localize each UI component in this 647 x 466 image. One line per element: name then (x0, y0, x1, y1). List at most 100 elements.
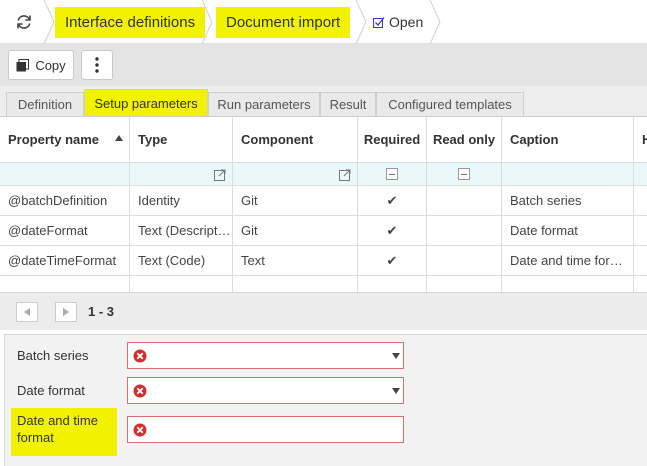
open-lookup-icon[interactable] (214, 169, 226, 181)
breadcrumb-separator-icon (201, 0, 213, 44)
open-button[interactable]: Open (373, 0, 423, 44)
edit-check-icon (373, 17, 385, 28)
column-header-read-only[interactable]: Read only (427, 117, 502, 162)
cell-property: @dateTimeFormat (0, 246, 130, 275)
error-icon (133, 349, 147, 363)
cell-required-check-icon: ✔ (358, 186, 427, 215)
date-format-dropdown[interactable] (127, 377, 404, 404)
indeterminate-checkbox-icon[interactable] (386, 168, 398, 180)
breadcrumb-label: Interface definitions (55, 6, 206, 38)
empty-cell (0, 276, 130, 292)
open-lookup-icon[interactable] (339, 169, 351, 181)
copy-label: Copy (35, 57, 66, 73)
cell-h (634, 186, 647, 215)
breadcrumb-separator-icon (429, 0, 441, 44)
copy-icon (16, 58, 30, 71)
empty-cell (233, 276, 358, 292)
grid-filter-row (0, 162, 647, 186)
column-header-label: Read only (432, 132, 496, 147)
table-row[interactable]: @dateFormat Text (Descript… Git ✔ Date f… (0, 216, 647, 246)
sort-ascending-icon (115, 135, 123, 141)
chevron-down-icon[interactable] (389, 378, 403, 403)
column-header-h[interactable]: H (634, 117, 647, 162)
refresh-icon[interactable] (11, 10, 37, 34)
empty-cell (427, 276, 502, 292)
breadcrumb: Interface definitions Document import Op… (0, 0, 647, 44)
cell-h (634, 216, 647, 245)
next-page-button[interactable] (55, 302, 77, 322)
cell-type: Text (Code) (130, 246, 233, 275)
vertical-ellipsis-icon (95, 57, 99, 73)
cell-type: Identity (130, 186, 233, 215)
tab-definition[interactable]: Definition (6, 92, 84, 116)
tab-result[interactable]: Result (320, 92, 376, 116)
toolbar: Copy (0, 44, 647, 86)
grid-empty-area (0, 276, 647, 292)
table-row[interactable]: @batchDefinition Identity Git ✔ Batch se… (0, 186, 647, 216)
breadcrumb-label: Document import (216, 6, 351, 38)
cell-type: Text (Descript… (130, 216, 233, 245)
field-label-batch-series: Batch series (17, 348, 89, 363)
breadcrumb-separator-icon (43, 0, 55, 44)
column-header-label: Component (241, 132, 314, 147)
column-header-property-name[interactable]: Property name (0, 117, 130, 162)
date-and-time-format-input[interactable] (127, 416, 404, 443)
empty-cell (502, 276, 634, 292)
cell-read-only (427, 246, 502, 275)
column-header-label: Property name (8, 132, 100, 147)
column-header-component[interactable]: Component (233, 117, 358, 162)
breadcrumb-separator-icon (355, 0, 367, 44)
empty-cell (358, 276, 427, 292)
more-options-button[interactable] (81, 50, 113, 80)
open-label: Open (389, 14, 424, 30)
tab-label: Result (329, 97, 367, 112)
filter-h[interactable] (634, 163, 647, 185)
cell-h (634, 246, 647, 275)
cell-caption: Date and time for… (502, 246, 634, 275)
cell-caption: Date format (502, 216, 634, 245)
tab-bar: Definition Setup parameters Run paramete… (0, 86, 647, 116)
filter-caption[interactable] (502, 163, 634, 185)
tab-configured-templates[interactable]: Configured templates (376, 92, 524, 116)
triangle-right-icon (63, 308, 69, 316)
breadcrumb-item-document-import[interactable]: Document import (216, 0, 351, 44)
column-header-caption[interactable]: Caption (502, 117, 634, 162)
chevron-down-icon[interactable] (389, 343, 403, 368)
previous-page-button[interactable] (16, 302, 38, 322)
tab-label: Setup parameters (94, 95, 198, 111)
cell-component: Git (233, 186, 358, 215)
grid-header: Property name Type Component Required Re… (0, 117, 647, 162)
error-icon (133, 384, 147, 398)
cell-component: Git (233, 216, 358, 245)
column-header-required[interactable]: Required (358, 117, 427, 162)
column-header-label: Type (138, 132, 168, 147)
filter-required[interactable] (358, 163, 427, 185)
column-header-label: Caption (510, 132, 559, 147)
column-header-label: H (642, 132, 647, 147)
filter-component[interactable] (233, 163, 358, 185)
cell-read-only (427, 186, 502, 215)
triangle-left-icon (24, 308, 30, 316)
tab-label: Definition (17, 97, 73, 112)
parameters-grid: Property name Type Component Required Re… (0, 116, 647, 292)
cell-read-only (427, 216, 502, 245)
empty-cell (130, 276, 233, 292)
filter-read-only[interactable] (427, 163, 502, 185)
cell-property: @dateFormat (0, 216, 130, 245)
pager: 1 - 3 (0, 292, 647, 330)
tab-setup-parameters[interactable]: Setup parameters (84, 89, 208, 116)
cell-caption: Batch series (502, 186, 634, 215)
column-header-type[interactable]: Type (130, 117, 233, 162)
indeterminate-checkbox-icon[interactable] (458, 168, 470, 180)
table-row[interactable]: @dateTimeFormat Text (Code) Text ✔ Date … (0, 246, 647, 276)
column-header-label: Required (363, 132, 421, 147)
filter-property-name[interactable] (0, 163, 130, 185)
copy-button[interactable]: Copy (8, 50, 74, 80)
batch-series-dropdown[interactable] (127, 342, 404, 369)
breadcrumb-item-interface-definitions[interactable]: Interface definitions (55, 0, 206, 44)
page-range: 1 - 3 (88, 304, 115, 319)
error-icon (133, 423, 147, 437)
tab-run-parameters[interactable]: Run parameters (208, 92, 320, 116)
filter-type[interactable] (130, 163, 233, 185)
cell-required-check-icon: ✔ (358, 246, 427, 275)
